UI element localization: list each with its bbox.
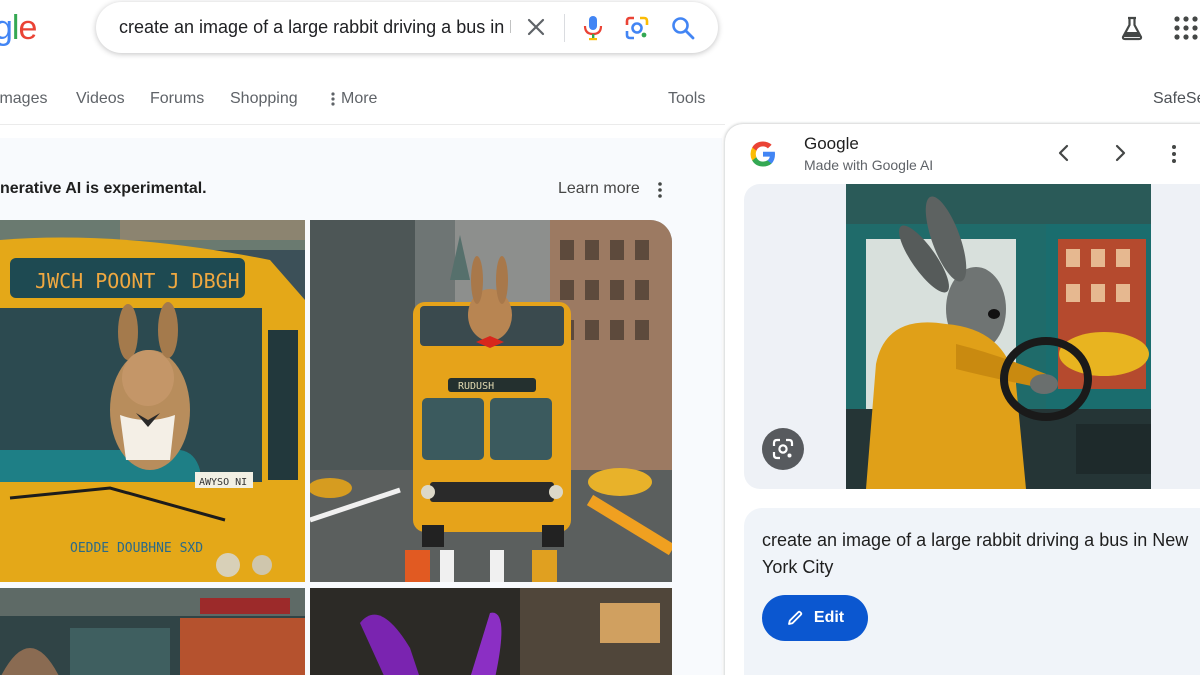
search-divider <box>564 14 565 42</box>
tab-images[interactable]: Images <box>0 90 47 108</box>
search-input[interactable]: create an image of a large rabbit drivin… <box>119 17 511 38</box>
bus-side-text: OEDDE DOUBHNE SXD <box>70 541 203 556</box>
bus-plate-text: AWYSO NI <box>199 477 247 488</box>
generated-image-tile[interactable]: JWCH POONT J DBGH AWYSO NI OEDDE DOUBHNE… <box>0 220 305 582</box>
generated-image-tile[interactable]: RUDUSH <box>310 220 672 582</box>
more-kebab-icon <box>331 92 335 106</box>
lens-search-button[interactable] <box>762 428 804 470</box>
tab-shopping[interactable]: Shopping <box>230 90 298 108</box>
prompt-text: create an image of a large rabbit drivin… <box>762 530 1189 577</box>
edit-label: Edit <box>813 609 845 626</box>
search-results-page: gle create an image of a large rabbit dr… <box>0 0 1200 675</box>
apps-grid-icon[interactable] <box>1172 14 1200 42</box>
ai-experimental-notice: nerative AI is experimental. <box>0 180 207 197</box>
pencil-icon <box>787 610 803 625</box>
preview-image[interactable] <box>846 184 1151 489</box>
lens-icon <box>772 438 794 460</box>
tab-forums[interactable]: Forums <box>150 90 204 108</box>
chevron-left-icon[interactable] <box>1052 141 1076 165</box>
google-logo[interactable]: gle <box>0 8 37 48</box>
safesearch-button[interactable]: SafeSe <box>1153 90 1200 108</box>
tools-button[interactable]: Tools <box>668 90 705 108</box>
bus-destination-sign: RUDUSH <box>458 381 494 392</box>
generated-image-tile[interactable] <box>310 588 672 675</box>
search-bar[interactable]: create an image of a large rabbit drivin… <box>96 2 718 53</box>
search-icon[interactable] <box>669 14 697 42</box>
edit-button[interactable]: Edit <box>762 595 868 641</box>
clear-icon[interactable] <box>524 15 548 39</box>
bus-destination-sign: JWCH POONT J DBGH <box>35 269 240 293</box>
source-title[interactable]: Google <box>804 134 859 154</box>
labs-flask-icon[interactable] <box>1118 14 1146 42</box>
learn-more-link[interactable]: Learn more <box>558 180 640 198</box>
nav-divider <box>0 124 725 125</box>
tab-videos[interactable]: Videos <box>76 90 125 108</box>
generated-image-tile[interactable] <box>0 588 305 675</box>
panel-menu-icon[interactable] <box>1167 143 1181 165</box>
tab-more-label: More <box>341 90 378 107</box>
google-g-icon <box>748 139 778 169</box>
results-menu-icon[interactable] <box>654 180 666 200</box>
source-subtitle: Made with Google AI <box>804 157 934 173</box>
tab-more[interactable]: More <box>331 90 377 108</box>
lens-icon[interactable] <box>624 15 650 41</box>
mic-icon[interactable] <box>580 14 606 42</box>
chevron-right-icon[interactable] <box>1108 141 1132 165</box>
